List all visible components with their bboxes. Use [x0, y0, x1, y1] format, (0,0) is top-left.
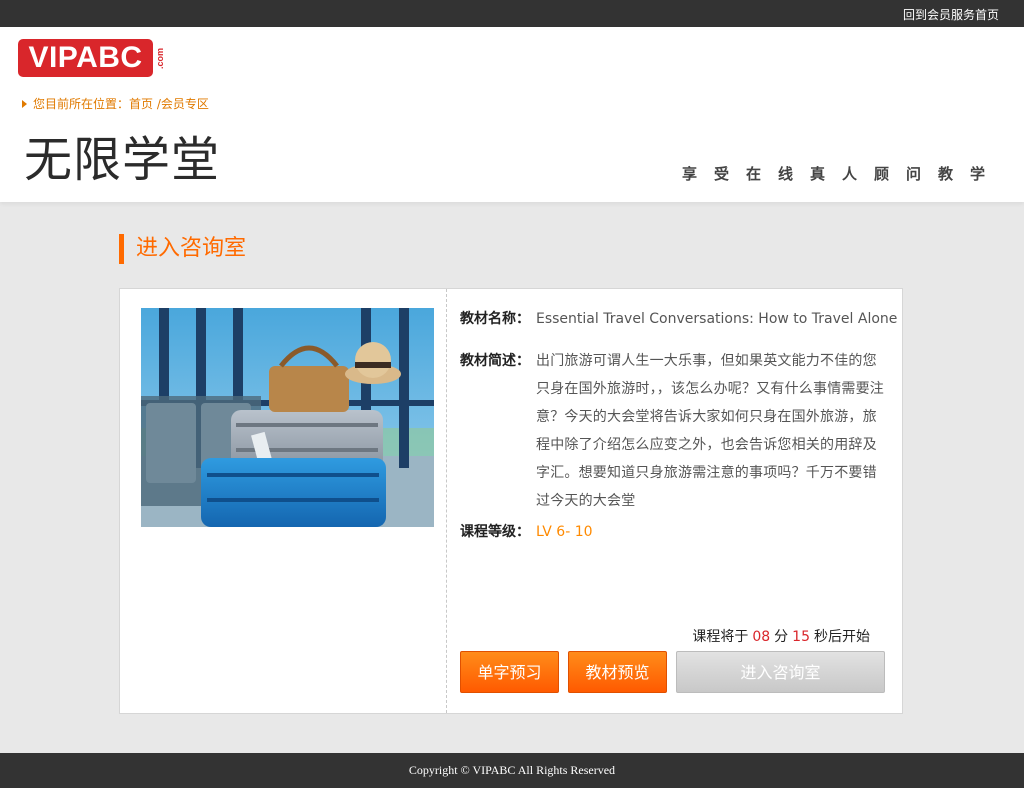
header: VIPABC .com 您目前所在位置：首页 /会员专区 无限学堂 享受在线真人… — [0, 27, 1024, 202]
course-level-label: 课程等级： — [460, 524, 530, 540]
course-description: 出门旅游可谓人生一大乐事，但如果英文能力不佳的您只身在国外旅游时，，该怎么办呢？… — [536, 353, 884, 509]
countdown-prefix: 课程将于 — [692, 629, 749, 645]
countdown-suffix: 秒后开始 — [814, 629, 870, 645]
member-home-link[interactable]: 回到会员服务首页 — [903, 6, 999, 23]
page-title: 无限学堂 — [24, 132, 221, 188]
logo-suffix: .com — [155, 47, 165, 69]
countdown-text: 课程将于 08 分 15 秒后开始 — [692, 626, 870, 646]
travel-luggage-image — [141, 308, 434, 527]
breadcrumb: 您目前所在位置：首页 /会员专区 — [22, 95, 209, 112]
top-bar: 回到会员服务首页 — [0, 0, 1024, 27]
course-name-label: 教材名称： — [460, 311, 530, 327]
course-desc-label: 教材简述： — [460, 353, 530, 369]
countdown-minutes: 08 — [752, 629, 771, 645]
countdown-seconds: 15 — [792, 629, 810, 645]
card-divider — [446, 289, 447, 713]
vocab-preview-button[interactable]: 单字预习 — [460, 651, 559, 693]
material-preview-button[interactable]: 教材预览 — [568, 651, 667, 693]
course-level: LV 6- 10 — [536, 524, 593, 540]
footer: Copyright © VIPABC All Rights Reserved — [0, 753, 1024, 788]
triangle-right-icon — [22, 99, 27, 108]
copyright-text: Copyright © VIPABC All Rights Reserved — [408, 763, 616, 777]
section-title: 进入咨询室 — [119, 234, 246, 264]
breadcrumb-text[interactable]: 您目前所在位置：首页 /会员专区 — [33, 95, 209, 112]
countdown-minutes-unit: 分 — [774, 629, 789, 645]
course-card: 教材名称： Essential Travel Conversations: Ho… — [119, 288, 903, 714]
logo-text: VIPABC — [18, 39, 153, 77]
enter-consult-room-button[interactable]: 进入咨询室 — [676, 651, 885, 693]
course-name: Essential Travel Conversations: How to T… — [536, 311, 898, 327]
slogan: 享受在线真人顾问教学 — [681, 165, 1002, 183]
vipabc-logo[interactable]: VIPABC .com — [18, 39, 165, 77]
luggage-illustration — [141, 308, 434, 527]
